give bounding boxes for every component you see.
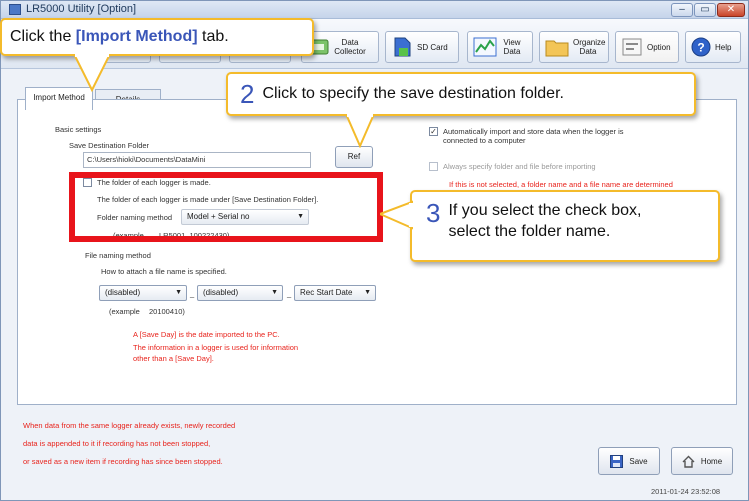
callout-2-number: 2 bbox=[240, 78, 255, 109]
footer-note-1: When data from the same logger already e… bbox=[23, 421, 236, 430]
file-example-label: (example bbox=[109, 307, 140, 316]
always-specify-label: Always specify folder and file before im… bbox=[443, 162, 596, 171]
sd-card-label: SD Card bbox=[417, 42, 448, 52]
file-naming-select-2-value: (disabled) bbox=[203, 288, 239, 297]
file-example-value: 20100410) bbox=[149, 307, 185, 316]
folder-icon bbox=[545, 40, 569, 57]
organize-data-label: Organize Data bbox=[573, 38, 606, 56]
data-collector-label: Data Collector bbox=[334, 38, 366, 56]
help-button[interactable]: ? Help bbox=[685, 31, 741, 63]
file-naming-select-3[interactable]: Rec Start Date ▼ bbox=[294, 285, 376, 301]
auto-import-label-2: connected to a computer bbox=[443, 136, 526, 145]
window-title: LR5000 Utility [Option] bbox=[26, 3, 137, 15]
callout-1-pointer bbox=[72, 54, 112, 93]
warning-text: If this is not selected, a folder name a… bbox=[449, 180, 673, 189]
home-button[interactable]: Home bbox=[671, 447, 733, 475]
callout-1-prefix: Click the bbox=[10, 28, 76, 45]
save-day-note: A [Save Day] is the date imported to the… bbox=[133, 330, 280, 339]
title-bar: LR5000 Utility [Option] – ▭ ✕ bbox=[1, 1, 748, 19]
svg-text:?: ? bbox=[697, 41, 704, 55]
maximize-button[interactable]: ▭ bbox=[694, 3, 716, 17]
save-destination-label: Save Destination Folder bbox=[69, 141, 150, 150]
option-button[interactable]: Option bbox=[615, 31, 679, 63]
separator-1: _ bbox=[190, 289, 195, 298]
file-naming-label: File naming method bbox=[85, 251, 151, 260]
ref-button[interactable]: Ref bbox=[335, 146, 373, 168]
organize-data-button[interactable]: Organize Data bbox=[539, 31, 609, 63]
logger-info-note-1: The information in a logger is used for … bbox=[133, 343, 299, 352]
file-naming-select-1[interactable]: (disabled) ▼ bbox=[99, 285, 187, 301]
save-destination-field[interactable]: C:\Users\hioki\Documents\DataMini bbox=[83, 152, 311, 168]
logger-info-note-2: other than a [Save Day]. bbox=[133, 354, 214, 363]
file-naming-select-2[interactable]: (disabled) ▼ bbox=[197, 285, 283, 301]
file-naming-note: How to attach a file name is specified. bbox=[101, 267, 227, 276]
option-icon bbox=[622, 38, 642, 56]
help-icon: ? bbox=[691, 37, 711, 57]
sd-card-button[interactable]: SD Card bbox=[385, 31, 459, 63]
help-label: Help bbox=[715, 42, 732, 52]
view-data-button[interactable]: View Data bbox=[467, 31, 533, 63]
close-button[interactable]: ✕ bbox=[717, 3, 745, 17]
always-specify-checkbox[interactable] bbox=[429, 162, 438, 171]
auto-import-label: Automatically import and store data when… bbox=[443, 127, 624, 136]
footer-note-3: or saved as a new item if recording has … bbox=[23, 457, 223, 466]
file-naming-select-3-value: Rec Start Date bbox=[300, 288, 353, 297]
save-label: Save bbox=[629, 456, 648, 466]
home-icon bbox=[682, 455, 695, 468]
view-data-label: View Data bbox=[503, 38, 521, 56]
callout-1-suffix: tab. bbox=[197, 28, 229, 45]
auto-import-checkbox[interactable]: ✓ bbox=[429, 127, 438, 136]
callout-import-method: Click the [Import Method] tab. bbox=[0, 18, 314, 56]
home-label: Home bbox=[700, 456, 723, 466]
file-naming-select-1-value: (disabled) bbox=[105, 288, 141, 297]
view-data-icon bbox=[473, 37, 497, 57]
highlight-box bbox=[69, 172, 383, 242]
chevron-down-icon: ▼ bbox=[364, 289, 371, 296]
footer-note-2: data is appended to it if recording has … bbox=[23, 439, 211, 448]
basic-settings-heading: Basic settings bbox=[55, 125, 102, 134]
callout-save-destination: 2 Click to specify the save destination … bbox=[226, 72, 696, 116]
option-label: Option bbox=[647, 42, 671, 52]
separator-2: _ bbox=[287, 289, 292, 298]
save-button[interactable]: Save bbox=[598, 447, 660, 475]
callout-3-line-2: select the folder name. bbox=[448, 223, 611, 240]
save-icon bbox=[610, 454, 624, 468]
callout-3-number: 3 bbox=[426, 198, 441, 228]
app-icon bbox=[9, 4, 21, 15]
chevron-down-icon: ▼ bbox=[271, 289, 278, 296]
timestamp: 2011-01-24 23:52:08 bbox=[651, 487, 721, 496]
minimize-button[interactable]: – bbox=[671, 3, 693, 17]
callout-2-pointer bbox=[344, 114, 376, 148]
callout-2-text: Click to specify the save destination fo… bbox=[262, 85, 564, 102]
callout-3-pointer bbox=[380, 200, 414, 230]
callout-folder-name: 3 If you select the check box, select th… bbox=[410, 190, 720, 262]
callout-1-bold: [Import Method] bbox=[75, 28, 198, 45]
callout-3-line-1: If you select the check box, bbox=[448, 202, 642, 219]
chevron-down-icon: ▼ bbox=[175, 289, 182, 296]
sd-card-icon bbox=[394, 37, 411, 57]
